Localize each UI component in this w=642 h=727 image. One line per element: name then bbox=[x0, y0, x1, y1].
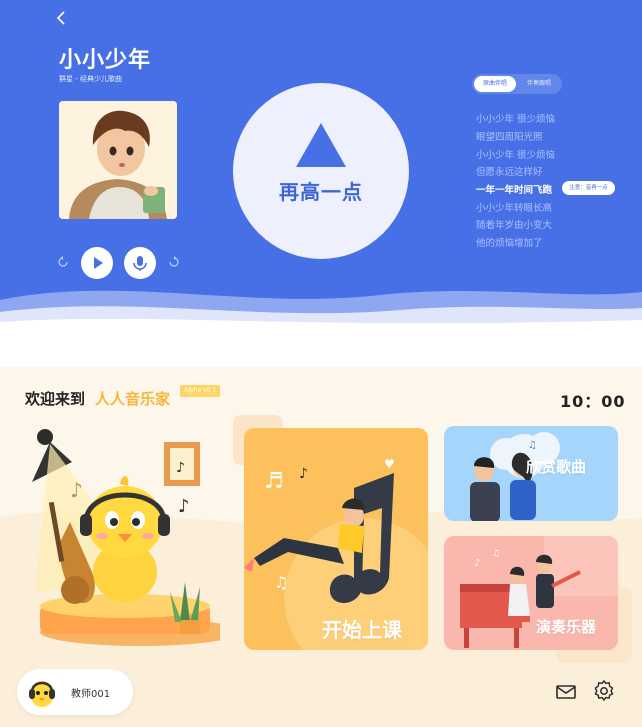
home-panel: 欢迎来到 人人音乐家 Alpha v0.1 10：00 ♪ ♪ ♪ ♬ ♪ ♥ … bbox=[0, 367, 642, 727]
appreciate-songs-label: 欣赏歌曲 bbox=[526, 458, 587, 476]
lyric-line: 眼望四周阳光照 bbox=[476, 132, 543, 143]
microphone-button[interactable] bbox=[124, 247, 156, 279]
play-icon bbox=[94, 257, 103, 269]
back-button[interactable] bbox=[55, 10, 71, 30]
lyric-line: 随着年岁由小变大 bbox=[476, 220, 553, 231]
brand-name: 人人音乐家 bbox=[95, 390, 171, 408]
appreciate-songs-card[interactable]: ♫ 欣赏歌曲 bbox=[444, 426, 618, 521]
settings-button[interactable] bbox=[593, 679, 615, 702]
svg-text:♫: ♫ bbox=[274, 573, 288, 592]
lyric-line: 他的烦恼增加了 bbox=[476, 238, 543, 249]
mail-icon bbox=[556, 685, 576, 699]
svg-text:♪: ♪ bbox=[299, 466, 308, 482]
svg-text:♫: ♫ bbox=[492, 549, 500, 559]
svg-text:♥: ♥ bbox=[384, 457, 395, 471]
pitch-feedback-circle bbox=[233, 83, 409, 259]
song-title: 小小少年 bbox=[59, 48, 152, 73]
perform-instruments-card[interactable]: ♪ ♫ 演奏乐器 bbox=[444, 536, 618, 650]
svg-text:♪: ♪ bbox=[474, 558, 480, 569]
player-panel: 小小少年 群星 - 经典少儿歌曲 再高一点 原曲伴唱 伴奏跟唱 小小少年 很少烦… bbox=[0, 0, 642, 330]
mode-original[interactable]: 原曲伴唱 bbox=[474, 76, 516, 92]
rewind-button[interactable] bbox=[56, 256, 70, 270]
boy-illustration bbox=[59, 101, 177, 219]
svg-text:♪: ♪ bbox=[178, 496, 190, 517]
user-name: 教师001 bbox=[71, 689, 111, 700]
perform-instruments-label: 演奏乐器 bbox=[536, 618, 597, 636]
version-badge: Alpha v0.1 bbox=[180, 385, 221, 397]
svg-text:♪: ♪ bbox=[70, 478, 83, 502]
clock: 10：00 bbox=[560, 392, 626, 411]
song-subtitle: 群星 - 经典少儿歌曲 bbox=[59, 75, 122, 83]
start-class-card[interactable]: ♬ ♪ ♥ ♫ 开始上课 bbox=[244, 428, 428, 650]
pitch-feedback-text: 再高一点 bbox=[279, 180, 363, 204]
lyric-line: 小小少年 很少烦恼 bbox=[476, 114, 556, 125]
rewind-icon bbox=[58, 256, 68, 267]
forward-icon bbox=[169, 256, 179, 267]
forward-button[interactable] bbox=[167, 256, 181, 270]
lyric-hint-badge: 注意：音再一点 bbox=[562, 181, 615, 195]
mail-button[interactable] bbox=[555, 681, 577, 703]
lyric-line: 小小少年转眼长高 bbox=[476, 203, 553, 214]
svg-text:♪: ♪ bbox=[176, 460, 185, 476]
lyric-line: 小小少年 很少烦恼 bbox=[476, 150, 556, 161]
microphone-icon bbox=[133, 256, 147, 271]
lyric-line-active: 一年一年时间飞跑 bbox=[476, 185, 553, 196]
play-button[interactable] bbox=[81, 247, 113, 279]
gear-icon bbox=[594, 679, 614, 702]
lyric-line: 但愿永远这样好 bbox=[476, 167, 543, 178]
mode-accompaniment[interactable]: 伴奏跟唱 bbox=[518, 76, 560, 92]
mascot-illustration: ♪ ♪ ♪ bbox=[32, 429, 220, 646]
album-cover bbox=[59, 101, 177, 219]
chevron-left-icon bbox=[56, 11, 65, 25]
svg-text:♫: ♫ bbox=[528, 440, 537, 451]
triangle-up-icon bbox=[296, 123, 346, 167]
avatar bbox=[29, 681, 55, 707]
start-class-label: 开始上课 bbox=[322, 618, 402, 642]
svg-text:♬: ♬ bbox=[264, 469, 284, 494]
welcome-text: 欢迎来到 bbox=[25, 390, 86, 408]
